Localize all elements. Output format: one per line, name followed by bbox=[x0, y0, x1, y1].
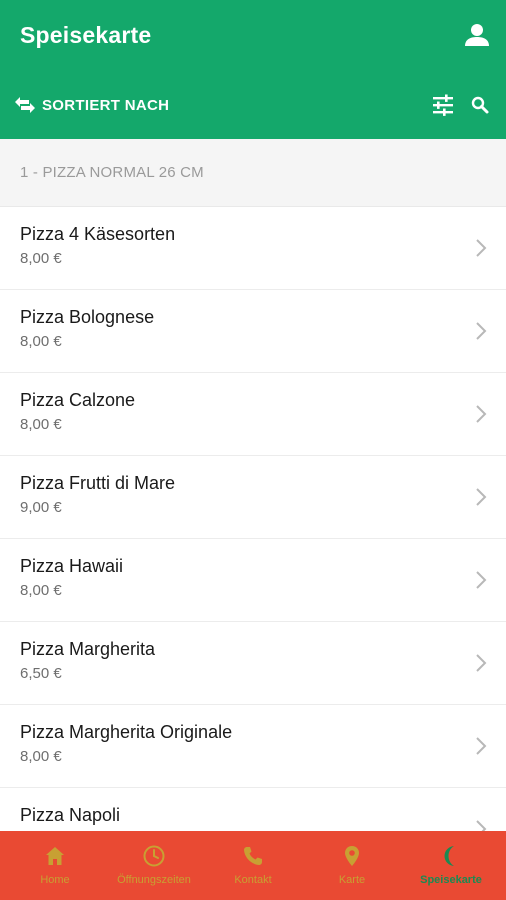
item-price: 6,50 € bbox=[20, 665, 62, 682]
tab-label: Öffnungszeiten bbox=[117, 874, 191, 886]
sort-label: SORTIERT NACH bbox=[42, 96, 170, 114]
app-header: Speisekarte SORTIERT NACH bbox=[0, 0, 506, 139]
menu-item[interactable]: Pizza Calzone 8,00 € bbox=[0, 373, 506, 456]
swap-arrows-icon bbox=[15, 97, 35, 113]
tab-menu[interactable]: Speisekarte bbox=[402, 831, 500, 900]
search-button[interactable] bbox=[468, 93, 492, 117]
chevron-right-icon bbox=[476, 820, 487, 831]
tab-map[interactable]: Karte bbox=[303, 831, 401, 900]
map-pin-icon bbox=[345, 846, 359, 866]
filter-sliders-icon bbox=[433, 94, 453, 116]
chevron-right-icon bbox=[476, 654, 487, 672]
phone-icon bbox=[244, 847, 262, 865]
item-price: 9,00 € bbox=[20, 499, 62, 516]
clock-icon bbox=[143, 845, 165, 867]
tab-label: Speisekarte bbox=[420, 874, 482, 886]
chevron-right-icon bbox=[476, 405, 487, 423]
item-name: Pizza Frutti di Mare bbox=[20, 473, 176, 493]
search-icon bbox=[471, 96, 489, 114]
item-name: Pizza 4 Käsesorten bbox=[20, 224, 176, 244]
sort-toolbar: SORTIERT NACH bbox=[0, 86, 506, 124]
chevron-right-icon bbox=[476, 737, 487, 755]
sort-button[interactable]: SORTIERT NACH bbox=[14, 92, 169, 118]
item-name: Pizza Margherita Originale bbox=[20, 722, 233, 742]
chevron-right-icon bbox=[476, 571, 487, 589]
menu-item[interactable]: Pizza Bolognese 8,00 € bbox=[0, 290, 506, 373]
item-name: Pizza Bolognese bbox=[20, 307, 155, 327]
bottom-tab-bar: Home Öffnungszeiten Kontakt Karte Speise… bbox=[0, 831, 506, 900]
menu-item[interactable]: Pizza 4 Käsesorten 8,00 € bbox=[0, 207, 506, 290]
menu-item[interactable]: Pizza Frutti di Mare 9,00 € bbox=[0, 456, 506, 539]
tab-label: Karte bbox=[338, 874, 366, 886]
item-price: 8,00 € bbox=[20, 748, 62, 765]
item-name: Pizza Margherita bbox=[20, 639, 156, 659]
menu-item[interactable]: Pizza Napoli bbox=[0, 788, 506, 831]
home-icon bbox=[46, 847, 64, 865]
account-button[interactable] bbox=[462, 20, 492, 50]
filter-button[interactable] bbox=[430, 92, 456, 118]
tab-label: Kontakt bbox=[234, 874, 272, 886]
item-name: Pizza Calzone bbox=[20, 390, 136, 410]
chevron-right-icon bbox=[476, 239, 487, 257]
menu-item[interactable]: Pizza Hawaii 8,00 € bbox=[0, 539, 506, 622]
item-price: 8,00 € bbox=[20, 416, 62, 433]
tab-label: Home bbox=[40, 874, 70, 886]
chevron-right-icon bbox=[476, 322, 487, 340]
tab-contact[interactable]: Kontakt bbox=[204, 831, 302, 900]
menu-content[interactable]: 1 - PIZZA NORMAL 26 CM Pizza 4 Käsesorte… bbox=[0, 139, 506, 831]
moon-icon bbox=[444, 846, 454, 866]
tab-opening-hours[interactable]: Öffnungszeiten bbox=[105, 831, 203, 900]
menu-list: Pizza 4 Käsesorten 8,00 € Pizza Bolognes… bbox=[0, 207, 506, 831]
item-name: Pizza Napoli bbox=[20, 805, 121, 825]
item-price: 8,00 € bbox=[20, 333, 62, 350]
tab-home[interactable]: Home bbox=[6, 831, 104, 900]
menu-item[interactable]: Pizza Margherita Originale 8,00 € bbox=[0, 705, 506, 788]
page-title: Speisekarte bbox=[20, 22, 152, 48]
account-icon bbox=[465, 24, 489, 46]
item-price: 8,00 € bbox=[20, 250, 62, 267]
chevron-right-icon bbox=[476, 488, 487, 506]
menu-item[interactable]: Pizza Margherita 6,50 € bbox=[0, 622, 506, 705]
item-name: Pizza Hawaii bbox=[20, 556, 124, 576]
category-header: 1 - PIZZA NORMAL 26 CM bbox=[0, 139, 506, 207]
item-price: 8,00 € bbox=[20, 582, 62, 599]
